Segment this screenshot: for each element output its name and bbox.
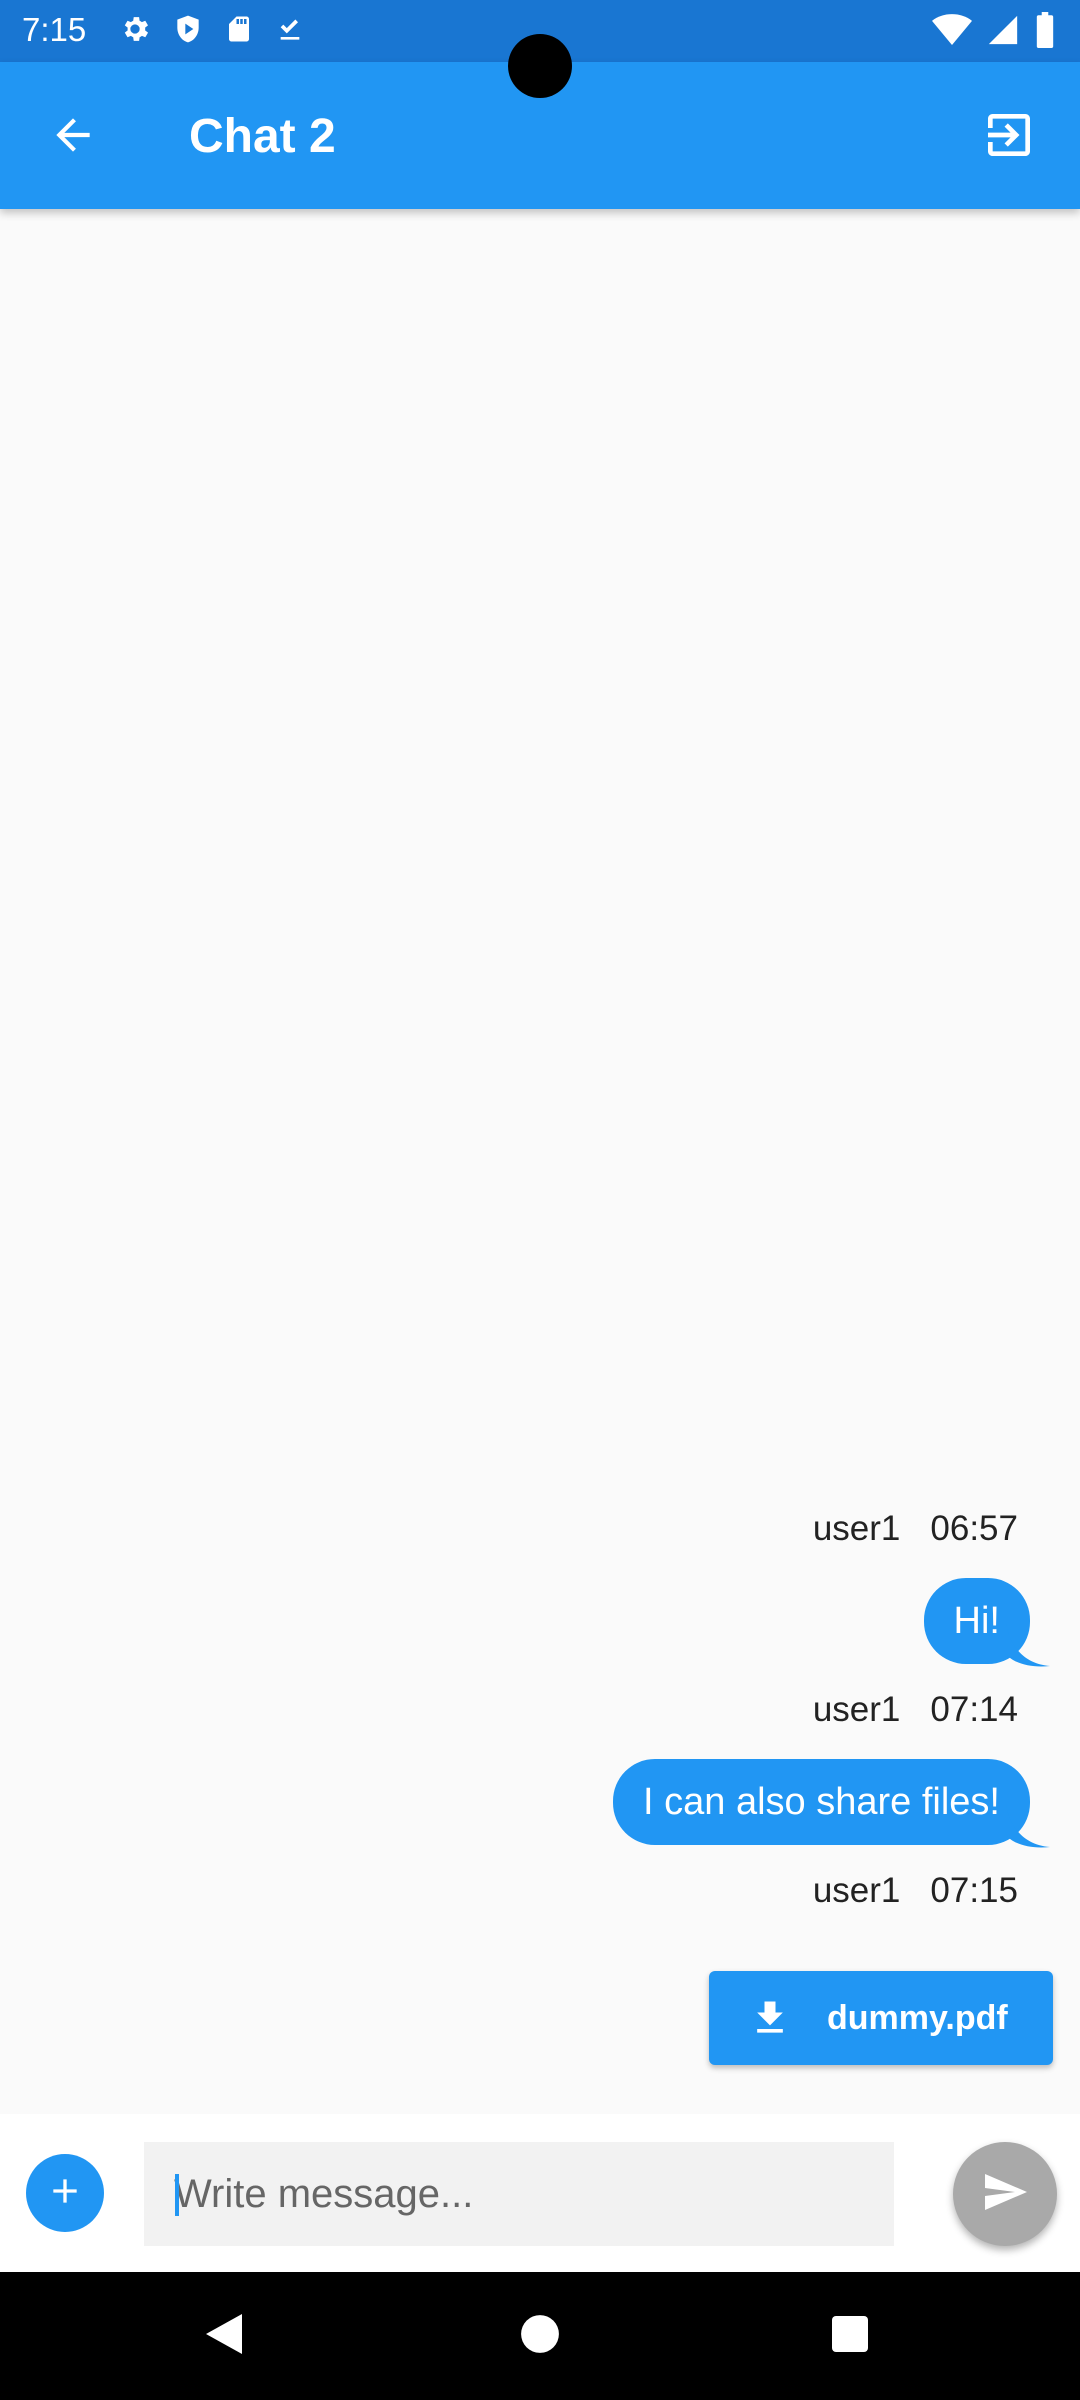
back-triangle-icon xyxy=(202,2310,246,2363)
send-button[interactable] xyxy=(953,2142,1057,2246)
message-bubble[interactable]: Hi! xyxy=(923,1578,1050,1667)
message-meta: user1 07:15 xyxy=(813,1869,1018,1913)
download-icon xyxy=(747,1993,793,2043)
message-bubble[interactable]: I can also share files! xyxy=(613,1759,1050,1848)
status-icons-left xyxy=(118,12,306,51)
page-title: Chat 2 xyxy=(189,110,336,163)
arrow-back-icon xyxy=(48,110,98,165)
bubble-tail xyxy=(1006,1624,1050,1667)
message-input[interactable] xyxy=(144,2142,894,2246)
message-text: Hi! xyxy=(953,1600,1000,1642)
back-button[interactable] xyxy=(36,100,110,174)
message-text: I can also share files! xyxy=(643,1781,1000,1823)
wifi-icon xyxy=(932,13,972,52)
text-cursor xyxy=(175,2174,179,2216)
recents-square-icon xyxy=(830,2314,870,2359)
status-time: 7:15 xyxy=(22,11,87,48)
sd-card-icon xyxy=(224,12,254,51)
camera-cutout xyxy=(508,34,572,98)
shield-play-icon xyxy=(172,12,204,51)
add-attachment-button[interactable] xyxy=(26,2154,104,2232)
exit-to-app-icon xyxy=(981,107,1037,168)
system-nav-bar xyxy=(0,2272,1080,2400)
bubble-tail xyxy=(1006,1805,1050,1848)
download-done-icon xyxy=(274,12,306,51)
status-icons-right xyxy=(932,12,1056,53)
signal-icon xyxy=(986,13,1020,52)
send-icon xyxy=(981,2168,1029,2221)
nav-recents-button[interactable] xyxy=(816,2302,884,2370)
message-user: user1 xyxy=(812,1509,901,1548)
exit-chat-button[interactable] xyxy=(972,100,1046,174)
nav-home-button[interactable] xyxy=(506,2302,574,2370)
message-input-bar xyxy=(0,2114,1080,2272)
message-meta: user1 07:14 xyxy=(813,1688,1018,1732)
message-user: user1 xyxy=(812,1690,901,1729)
gear-icon xyxy=(118,12,152,51)
message-time: 06:57 xyxy=(930,1509,1018,1548)
message-meta: user1 06:57 xyxy=(813,1507,1018,1551)
message-user: user1 xyxy=(812,1871,901,1910)
file-download-button[interactable]: dummy.pdf xyxy=(709,1971,1053,2065)
file-name: dummy.pdf xyxy=(827,1998,1008,2037)
plus-icon xyxy=(45,2171,85,2216)
message-time: 07:15 xyxy=(930,1871,1018,1910)
home-circle-icon xyxy=(519,2313,561,2360)
message-time: 07:14 xyxy=(930,1690,1018,1729)
nav-back-button[interactable] xyxy=(190,2302,258,2370)
message-list[interactable]: user1 06:57 Hi! user1 07:14 I can also s… xyxy=(0,209,1080,2114)
battery-icon xyxy=(1034,12,1056,53)
